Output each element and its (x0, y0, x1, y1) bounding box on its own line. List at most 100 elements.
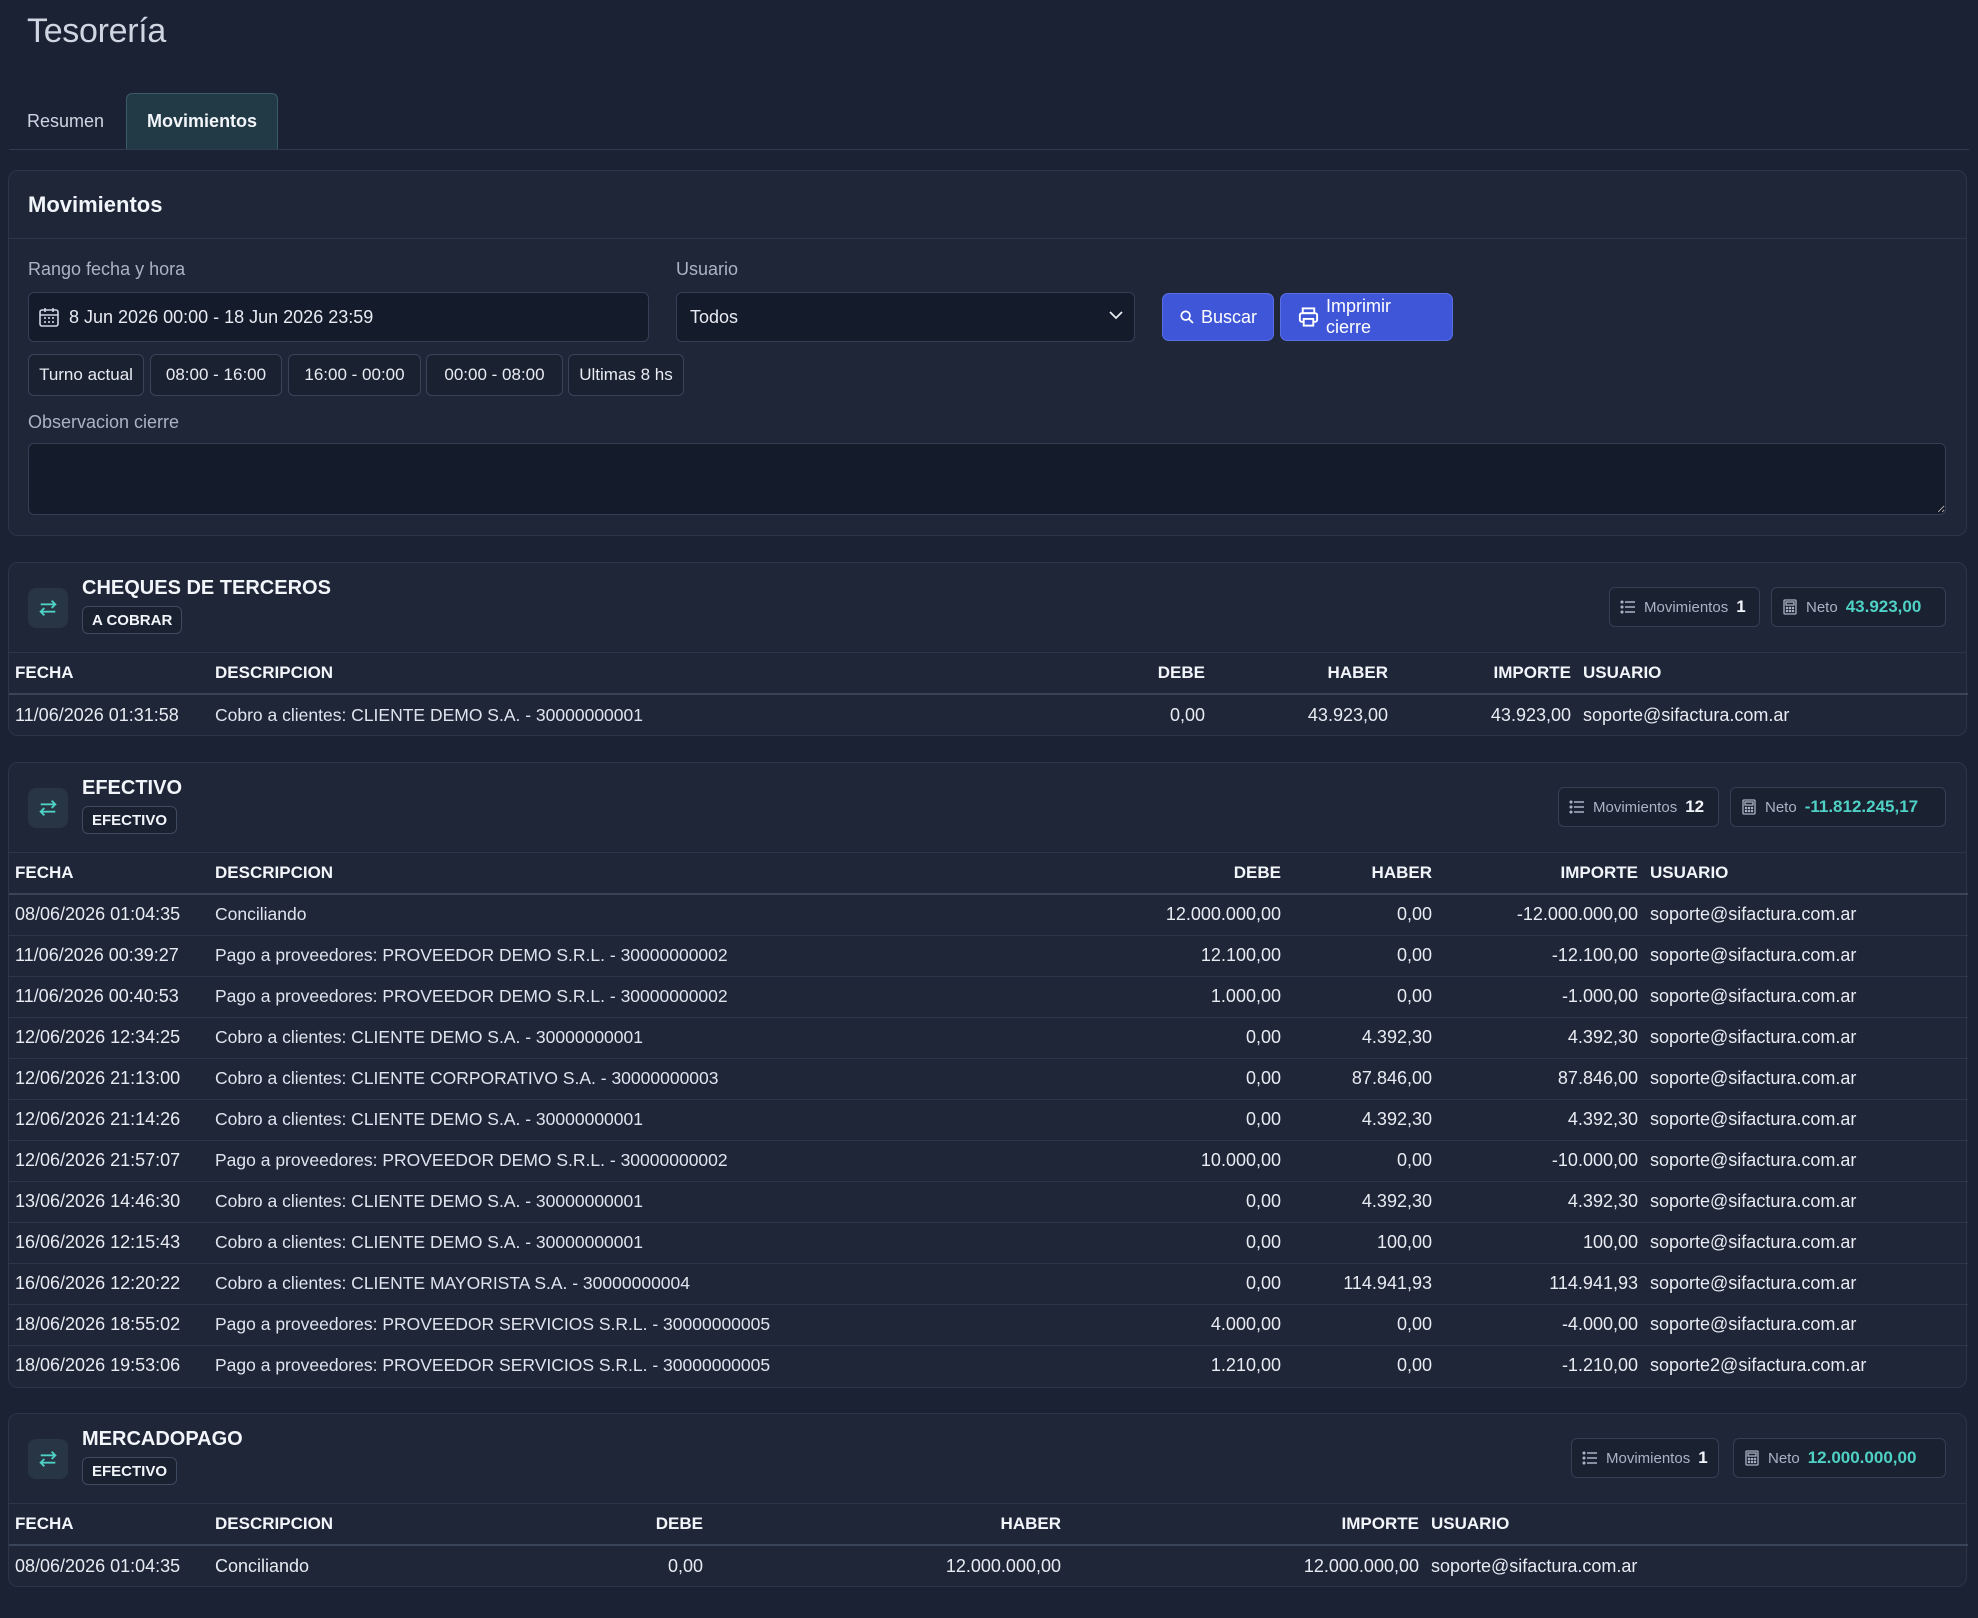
table-row: 12/06/2026 12:34:25 Cobro a clientes: CLI… (9, 1017, 1968, 1059)
section-badge: EFECTIVO (82, 806, 178, 834)
movements-count: 12 (1685, 797, 1705, 816)
table-row: 08/06/2026 01:04:35 Conciliando 0,00 12.… (9, 1545, 1968, 1586)
cell-fecha: 16/06/2026 12:20:22 (9, 1263, 209, 1305)
cell-haber: 12.000.000,00 (945, 1555, 1061, 1576)
table-header-row: FECHA DESCRIPCION DEBE HABER IMPORTE USU… (9, 1504, 1968, 1546)
cell-debe: 0,00 (1169, 704, 1205, 725)
printer-icon (1298, 307, 1319, 327)
table-row: 12/06/2026 21:57:07 Pago a proveedores: P… (9, 1140, 1968, 1182)
cell-fecha: 11/06/2026 00:40:53 (9, 976, 209, 1018)
cell-importe: -1.210,00 (1561, 1355, 1638, 1376)
col-usuario[interactable]: USUARIO (1577, 653, 1968, 695)
cell-fecha: 16/06/2026 12:15:43 (9, 1222, 209, 1264)
tab-bar: Resumen Movimientos (9, 93, 1969, 150)
user-label: Usuario (676, 259, 739, 279)
cell-fecha: 12/06/2026 21:57:07 (9, 1140, 209, 1182)
observation-textarea[interactable] (29, 445, 1945, 513)
search-button[interactable]: Buscar (1162, 293, 1274, 341)
quick-range-ultimas-8[interactable]: Ultimas 8 hs (568, 354, 684, 396)
net-badge: Neto -11.812.245,17 (1730, 787, 1946, 827)
section-mercadopago: MERCADOPAGO EFECTIVO Movimientos 1 Neto … (8, 1413, 1968, 1587)
user-select[interactable]: Todos (676, 292, 1135, 342)
cell-descripcion: Pago a proveedores: PROVEEDOR DEMO S.R.L… (209, 1140, 1117, 1182)
cell-usuario: soporte@sifactura.com.ar (1644, 1222, 1968, 1264)
quick-range-16-00[interactable]: 16:00 - 00:00 (288, 354, 421, 396)
movements-table: FECHA DESCRIPCION DEBE HABER IMPORTE USU… (9, 853, 1968, 1386)
movements-count-badge: Movimientos 12 (1558, 787, 1719, 827)
cell-importe: 4.392,30 (1438, 1181, 1644, 1223)
transfer-arrows-icon (28, 1439, 68, 1479)
cell-debe: 0,00 (1117, 1099, 1287, 1141)
col-importe[interactable]: IMPORTE (1438, 853, 1644, 895)
col-fecha[interactable]: FECHA (9, 853, 209, 895)
cell-usuario: soporte@sifactura.com.ar (1644, 1263, 1968, 1305)
cell-importe: -1.000,00 (1438, 976, 1644, 1018)
cell-haber: 114.941,93 (1287, 1263, 1438, 1305)
date-range-input[interactable]: 8 Jun 2026 00:00 - 18 Jun 2026 23:59 (28, 292, 649, 342)
col-importe[interactable]: IMPORTE (1394, 653, 1577, 695)
table-row: 16/06/2026 12:15:43 Cobro a clientes: CLI… (9, 1222, 1968, 1264)
col-fecha[interactable]: FECHA (9, 653, 209, 695)
cell-haber: 0,00 (1287, 935, 1438, 977)
print-closing-button[interactable]: Imprimir cierre (1280, 293, 1453, 341)
tab-resumen[interactable]: Resumen (9, 93, 124, 149)
col-descripcion[interactable]: DESCRIPCION (209, 653, 1089, 695)
movements-table: FECHA DESCRIPCION DEBE HABER IMPORTE USU… (9, 653, 1968, 735)
list-icon (1620, 600, 1635, 614)
movements-label: Movimientos (1606, 1449, 1691, 1467)
cell-debe: 1.210,00 (1210, 1355, 1281, 1376)
cell-debe: 0,00 (1117, 1181, 1287, 1223)
section-badge: A COBRAR (82, 606, 183, 634)
cell-descripcion: Cobro a clientes: CLIENTE DEMO S.A. - 30… (209, 1099, 1117, 1141)
tab-movimientos[interactable]: Movimientos (126, 93, 279, 149)
net-value: -11.812.245,17 (1804, 797, 1919, 816)
cell-descripcion: Cobro a clientes: CLIENTE DEMO S.A. - 30… (209, 1181, 1117, 1223)
net-value: 43.923,00 (1845, 597, 1922, 616)
cell-usuario: soporte@sifactura.com.ar (1644, 1099, 1968, 1141)
cell-descripcion: Conciliando (215, 1555, 310, 1576)
net-label: Neto (1768, 1449, 1800, 1467)
col-descripcion[interactable]: DESCRIPCION (209, 853, 1117, 895)
cell-haber: 87.846,00 (1287, 1058, 1438, 1100)
cell-debe: 0,00 (1117, 1058, 1287, 1100)
cell-importe: 4.392,30 (1438, 1099, 1644, 1141)
cell-usuario: soporte@sifactura.com.ar (1644, 1181, 1968, 1223)
col-importe[interactable]: IMPORTE (1067, 1504, 1425, 1546)
cell-haber: 43.923,00 (1307, 704, 1388, 725)
cell-descripcion: Cobro a clientes: CLIENTE MAYORISTA S.A.… (209, 1263, 1117, 1305)
cell-descripcion: Pago a proveedores: PROVEEDOR DEMO S.R.L… (209, 935, 1117, 977)
cell-fecha: 11/06/2026 00:39:27 (9, 935, 209, 977)
cell-descripcion: Pago a proveedores: PROVEEDOR SERVICIOS … (209, 1304, 1117, 1346)
cell-usuario: soporte@sifactura.com.ar (1644, 1058, 1968, 1100)
col-haber[interactable]: HABER (709, 1504, 1067, 1546)
quick-range-08-16[interactable]: 08:00 - 16:00 (150, 354, 282, 396)
quick-range-turno-actual[interactable]: Turno actual (28, 354, 144, 396)
cell-usuario: soporte@sifactura.com.ar (1644, 935, 1968, 977)
col-usuario[interactable]: USUARIO (1425, 1504, 1968, 1546)
movements-table: FECHA DESCRIPCION DEBE HABER IMPORTE USU… (9, 1504, 1968, 1586)
cell-haber: 0,00 (1287, 976, 1438, 1018)
cell-haber: 4.392,30 (1287, 1017, 1438, 1059)
movements-count-badge: Movimientos 1 (1609, 587, 1760, 627)
col-descripcion[interactable]: DESCRIPCION (209, 1504, 509, 1546)
table-row: 13/06/2026 14:46:30 Cobro a clientes: CLI… (9, 1181, 1968, 1223)
table-row: 11/06/2026 01:31:58 Cobro a clientes: CL… (9, 694, 1968, 735)
section-header: EFECTIVO EFECTIVO Movimientos 12 Neto -1… (9, 763, 1966, 853)
col-usuario[interactable]: USUARIO (1644, 853, 1968, 895)
observation-field[interactable] (28, 443, 1946, 515)
quick-range-00-08[interactable]: 00:00 - 08:00 (426, 354, 563, 396)
calculator-icon (1783, 599, 1797, 615)
col-haber[interactable]: HABER (1211, 653, 1394, 695)
col-debe[interactable]: DEBE (1117, 853, 1287, 895)
col-debe[interactable]: DEBE (1089, 653, 1211, 695)
col-haber[interactable]: HABER (1287, 853, 1438, 895)
col-debe[interactable]: DEBE (509, 1504, 709, 1546)
calculator-icon (1742, 799, 1756, 815)
cell-descripcion: Cobro a clientes: CLIENTE DEMO S.A. - 30… (215, 704, 643, 725)
movements-label: Movimientos (1644, 598, 1729, 616)
table-row: 12/06/2026 21:14:26 Cobro a clientes: CLI… (9, 1099, 1968, 1141)
net-value: 12.000.000,00 (1807, 1448, 1917, 1467)
net-label: Neto (1806, 598, 1838, 616)
col-fecha[interactable]: FECHA (9, 1504, 209, 1546)
net-badge: Neto 43.923,00 (1771, 587, 1946, 627)
